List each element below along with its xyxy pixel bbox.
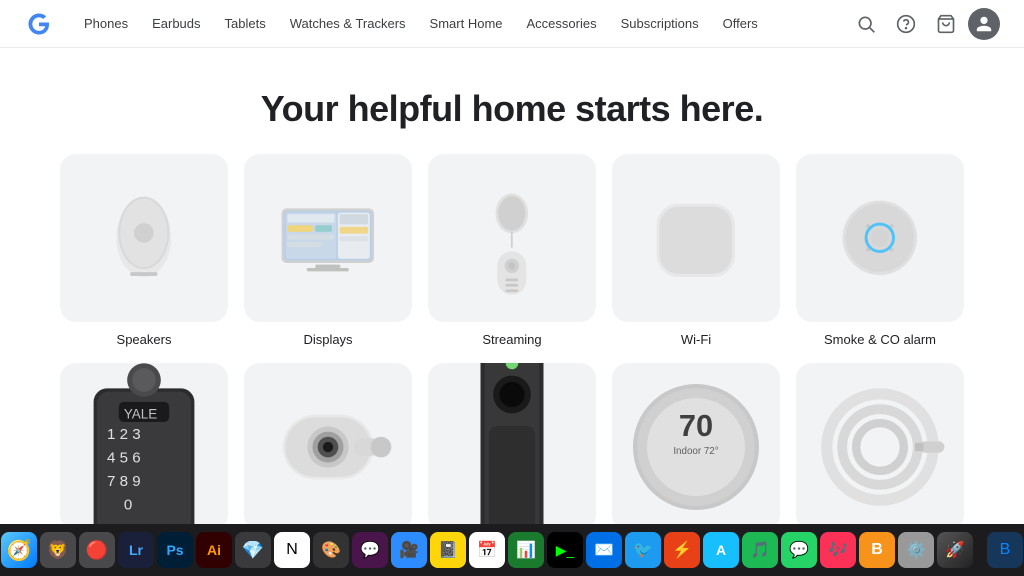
product-label-speakers: Speakers xyxy=(117,332,172,347)
macos-dock: 🧭 🦁 🔴 Lr Ps Ai 💎 N 🎨 💬 🎥 📓 📅 📊 ▶_ ✉️ xyxy=(0,524,1024,576)
help-button[interactable] xyxy=(888,6,924,42)
svg-text:YALE: YALE xyxy=(124,406,157,421)
nav-link-smarthome[interactable]: Smart Home xyxy=(420,12,513,35)
product-image-smoke-alarm xyxy=(796,154,964,322)
dock-airtable[interactable]: A xyxy=(703,532,739,568)
product-image-doorbell xyxy=(428,363,596,531)
nav-link-watches[interactable]: Watches & Trackers xyxy=(280,12,416,35)
product-card-thermostat[interactable]: 70 Indoor 72° xyxy=(612,363,780,531)
dock-calendar[interactable]: 📅 xyxy=(469,532,505,568)
account-button[interactable] xyxy=(968,8,1000,40)
cart-button[interactable] xyxy=(928,6,964,42)
dock-twitter[interactable]: 🐦 xyxy=(625,532,661,568)
product-card-streaming[interactable]: Streaming xyxy=(428,154,596,347)
svg-text:1 2 3: 1 2 3 xyxy=(107,426,141,443)
nav-links: Phones Earbuds Tablets Watches & Tracker… xyxy=(74,12,848,35)
dock-launchpad[interactable]: 🚀 xyxy=(937,532,973,568)
product-section: Speakers xyxy=(0,154,1024,531)
hero-title: Your helpful home starts here. xyxy=(20,88,1004,130)
dock-zoom[interactable]: 🎥 xyxy=(391,532,427,568)
nav-link-accessories[interactable]: Accessories xyxy=(517,12,607,35)
svg-text:4 5 6: 4 5 6 xyxy=(107,449,141,466)
product-label-displays: Displays xyxy=(303,332,352,347)
product-image-lock: 1 2 3 4 5 6 7 8 9 0 YALE xyxy=(60,363,228,531)
product-card-displays[interactable]: Displays xyxy=(244,154,412,347)
product-card-wifi[interactable]: Wi-Fi xyxy=(612,154,780,347)
dock-figma[interactable]: 🎨 xyxy=(313,532,349,568)
dock-bitcoin[interactable]: B xyxy=(859,532,895,568)
dock-lightroom[interactable]: Lr xyxy=(118,532,154,568)
product-label-smoke-alarm: Smoke & CO alarm xyxy=(824,332,936,347)
hero-section: Your helpful home starts here. xyxy=(0,48,1024,154)
product-card-speakers[interactable]: Speakers xyxy=(60,154,228,347)
dock-safari[interactable]: 🧭 xyxy=(1,532,37,568)
dock-photoshop[interactable]: Ps xyxy=(157,532,193,568)
nav-actions xyxy=(848,6,1000,42)
dock-numbers[interactable]: 📊 xyxy=(508,532,544,568)
product-image-wifi xyxy=(612,154,780,322)
product-image-thermostat: 70 Indoor 72° xyxy=(612,363,780,531)
svg-text:0: 0 xyxy=(124,496,132,513)
nav-link-phones[interactable]: Phones xyxy=(74,12,138,35)
dock-sketch[interactable]: 💎 xyxy=(235,532,271,568)
dock-brave[interactable]: 🦁 xyxy=(40,532,76,568)
navigation: Phones Earbuds Tablets Watches & Tracker… xyxy=(0,0,1024,48)
nav-link-earbuds[interactable]: Earbuds xyxy=(142,12,210,35)
dock-slack[interactable]: 💬 xyxy=(352,532,388,568)
dock-itunes[interactable]: 🎶 xyxy=(820,532,856,568)
dock-notes[interactable]: 📓 xyxy=(430,532,466,568)
nav-link-offers[interactable]: Offers xyxy=(713,12,768,35)
dock-preferences[interactable]: ⚙️ xyxy=(898,532,934,568)
dock-whatsapp[interactable]: 💬 xyxy=(781,532,817,568)
dock-terminal[interactable]: ▶_ xyxy=(547,532,583,568)
dock-bluetooth[interactable]: B xyxy=(987,532,1023,568)
svg-text:70: 70 xyxy=(679,408,713,443)
product-image-streaming xyxy=(428,154,596,322)
product-image-camera xyxy=(244,363,412,531)
dock-illustrator[interactable]: Ai xyxy=(196,532,232,568)
dock-mail[interactable]: ✉️ xyxy=(586,532,622,568)
product-image-displays xyxy=(244,154,412,322)
google-logo[interactable] xyxy=(24,9,54,39)
product-card-doorbell[interactable] xyxy=(428,363,596,531)
product-card-camera[interactable] xyxy=(244,363,412,531)
product-grid-row1: Speakers xyxy=(60,154,964,347)
product-image-speakers xyxy=(60,154,228,322)
product-card-smoke-alarm[interactable]: Smoke & CO alarm xyxy=(796,154,964,347)
search-button[interactable] xyxy=(848,6,884,42)
product-image-charger xyxy=(796,363,964,531)
nav-link-subscriptions[interactable]: Subscriptions xyxy=(611,12,709,35)
product-card-lock[interactable]: 1 2 3 4 5 6 7 8 9 0 YALE xyxy=(60,363,228,531)
svg-text:7 8 9: 7 8 9 xyxy=(107,473,141,490)
dock-spark[interactable]: ⚡ xyxy=(664,532,700,568)
product-label-streaming: Streaming xyxy=(482,332,541,347)
product-label-wifi: Wi-Fi xyxy=(681,332,711,347)
nav-link-tablets[interactable]: Tablets xyxy=(215,12,276,35)
product-grid-row2: 1 2 3 4 5 6 7 8 9 0 YALE xyxy=(60,363,964,531)
dock-notion[interactable]: N xyxy=(274,532,310,568)
product-card-charger[interactable] xyxy=(796,363,964,531)
svg-text:Indoor 72°: Indoor 72° xyxy=(673,446,718,457)
dock-spotify[interactable]: 🎵 xyxy=(742,532,778,568)
dock-chrome[interactable]: 🔴 xyxy=(79,532,115,568)
